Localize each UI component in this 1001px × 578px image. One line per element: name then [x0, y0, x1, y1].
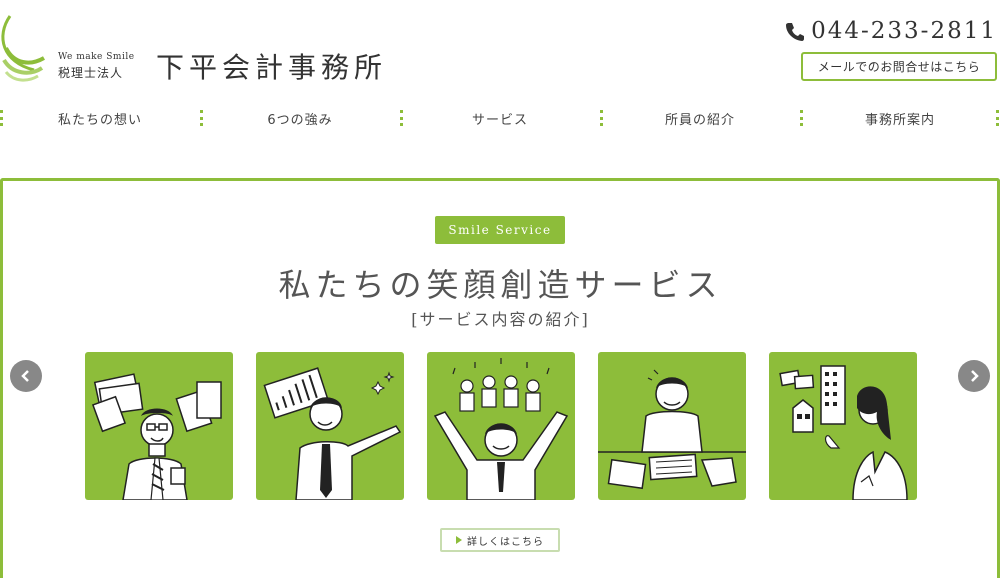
accountant-documents-illustration — [91, 373, 222, 500]
nav-item-our-thoughts[interactable]: 私たちの想い — [0, 104, 200, 132]
tagline: We make Smile — [58, 52, 135, 62]
details-button[interactable]: 詳しくはこちら — [440, 528, 560, 552]
service-tiles — [85, 352, 917, 500]
nav-divider — [0, 110, 3, 126]
nav-divider — [800, 110, 803, 126]
nav-item-office-info[interactable]: 事務所案内 — [800, 104, 1000, 132]
logo-icon — [1, 15, 45, 82]
carousel-prev-button[interactable] — [10, 360, 42, 392]
chevron-right-icon — [971, 370, 979, 382]
pointing-chart-illustration — [263, 367, 402, 500]
desk-meeting-illustration — [598, 369, 746, 490]
nav-divider — [996, 110, 999, 126]
section-title: 私たちの笑顔創造サービス — [278, 266, 723, 304]
team-celebration-illustration — [433, 358, 569, 500]
nav-item-services[interactable]: サービス — [400, 104, 600, 132]
phone-contact[interactable]: 044-233-2811 — [785, 18, 997, 44]
details-button-label: 詳しくはこちら — [467, 536, 544, 548]
nav-item-staff[interactable]: 所員の紹介 — [600, 104, 800, 132]
service-tile-analysis[interactable] — [256, 352, 404, 500]
carousel-next-button[interactable] — [958, 360, 990, 392]
nav-item-six-strengths[interactable]: 6つの強み — [200, 104, 400, 132]
nav-divider — [200, 110, 203, 126]
section-subtitle: [サービス内容の紹介] — [411, 310, 590, 329]
main-nav: 私たちの想い 6つの強み サービス 所員の紹介 事務所案内 — [0, 104, 1001, 132]
nav-divider — [400, 110, 403, 126]
phone-number: 044-233-2811 — [811, 18, 997, 44]
phone-icon — [786, 23, 805, 41]
section-badge: Smile Service — [435, 216, 565, 244]
mail-inquiry-button[interactable]: メールでのお問合せはこちら — [801, 52, 997, 81]
corp-type-label: 税理士法人 — [58, 66, 124, 80]
property-consultation-illustration — [779, 365, 908, 500]
play-arrow-icon — [456, 536, 462, 544]
service-tile-real-estate[interactable] — [769, 352, 917, 500]
office-name[interactable]: 下平会計事務所 — [156, 46, 387, 86]
nav-divider — [600, 110, 603, 126]
service-tile-consultation[interactable] — [598, 352, 746, 500]
service-tile-accounting[interactable] — [85, 352, 233, 500]
service-tile-support[interactable] — [427, 352, 575, 500]
chevron-left-icon — [21, 370, 29, 382]
